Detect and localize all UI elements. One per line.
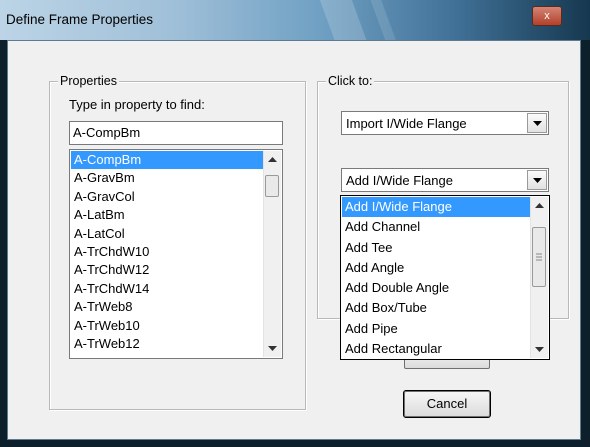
chevron-down-icon[interactable]: [527, 170, 547, 190]
properties-group-legend: Properties: [58, 74, 119, 88]
dropdown-option[interactable]: Add Tee: [342, 238, 530, 258]
grip-icon: [536, 253, 542, 261]
add-section-options: Add I/Wide Flange Add Channel Add Tee Ad…: [342, 197, 530, 359]
close-icon[interactable]: x: [532, 6, 562, 26]
title-bar-glass-streak: [315, 0, 375, 40]
list-item[interactable]: A-GravBm: [71, 169, 263, 187]
title-bar[interactable]: Define Frame Properties x: [0, 0, 590, 40]
import-section-dropdown[interactable]: Import I/Wide Flange: [341, 111, 549, 135]
add-section-dropdown[interactable]: Add I/Wide Flange: [341, 168, 549, 192]
window-title: Define Frame Properties: [6, 12, 154, 27]
dropdown-option[interactable]: Add I/Wide Flange: [342, 197, 530, 218]
import-section-dropdown-value: Import I/Wide Flange: [346, 116, 467, 131]
add-section-dropdown-value: Add I/Wide Flange: [346, 173, 453, 188]
list-item[interactable]: A-TrChdW14: [71, 280, 263, 298]
dialog-client-area: Properties Type in property to find: A-C…: [7, 40, 581, 440]
dropdown-list-scroll-thumb[interactable]: [532, 227, 546, 287]
scroll-down-arrow-icon[interactable]: [531, 341, 548, 358]
add-section-dropdown-list[interactable]: Add I/Wide Flange Add Channel Add Tee Ad…: [340, 195, 550, 360]
property-list-scroll-thumb[interactable]: [265, 175, 279, 197]
scroll-up-arrow-icon[interactable]: [531, 197, 548, 214]
dropdown-option[interactable]: Add Pipe: [342, 319, 530, 339]
list-item[interactable]: A-TrWeb12: [71, 335, 263, 353]
cancel-button[interactable]: Cancel: [403, 390, 491, 418]
property-list-items: A-CompBm A-GravBm A-GravCol A-LatBm A-La…: [71, 151, 263, 353]
list-item[interactable]: A-TrWeb8: [71, 298, 263, 316]
list-item[interactable]: A-LatBm: [71, 206, 263, 224]
find-property-input[interactable]: A-CompBm: [69, 121, 283, 145]
list-item[interactable]: A-TrChdW12: [71, 261, 263, 279]
property-list[interactable]: A-CompBm A-GravBm A-GravCol A-LatBm A-La…: [69, 149, 283, 359]
click-to-group-legend: Click to:: [326, 74, 375, 88]
find-property-label: Type in property to find:: [69, 97, 205, 112]
dropdown-list-scrollbar[interactable]: [530, 197, 548, 358]
chevron-down-icon[interactable]: [527, 113, 547, 133]
list-item[interactable]: A-CompBm: [71, 151, 263, 170]
properties-group: Properties Type in property to find: A-C…: [49, 74, 306, 410]
scroll-down-arrow-icon[interactable]: [264, 340, 281, 357]
list-item[interactable]: A-TrChdW10: [71, 243, 263, 261]
dropdown-option[interactable]: Add Rectangular: [342, 339, 530, 359]
dropdown-option[interactable]: Add Angle: [342, 258, 530, 278]
list-item[interactable]: A-LatCol: [71, 225, 263, 243]
property-list-scrollbar[interactable]: [263, 151, 281, 357]
title-bar-glass-streak: [364, 0, 406, 40]
dropdown-option[interactable]: Add Double Angle: [342, 278, 530, 298]
dropdown-option[interactable]: Add Channel: [342, 217, 530, 237]
scroll-up-arrow-icon[interactable]: [264, 151, 281, 168]
list-item[interactable]: A-GravCol: [71, 188, 263, 206]
dropdown-option[interactable]: Add Box/Tube: [342, 298, 530, 318]
list-item[interactable]: A-TrWeb10: [71, 317, 263, 335]
